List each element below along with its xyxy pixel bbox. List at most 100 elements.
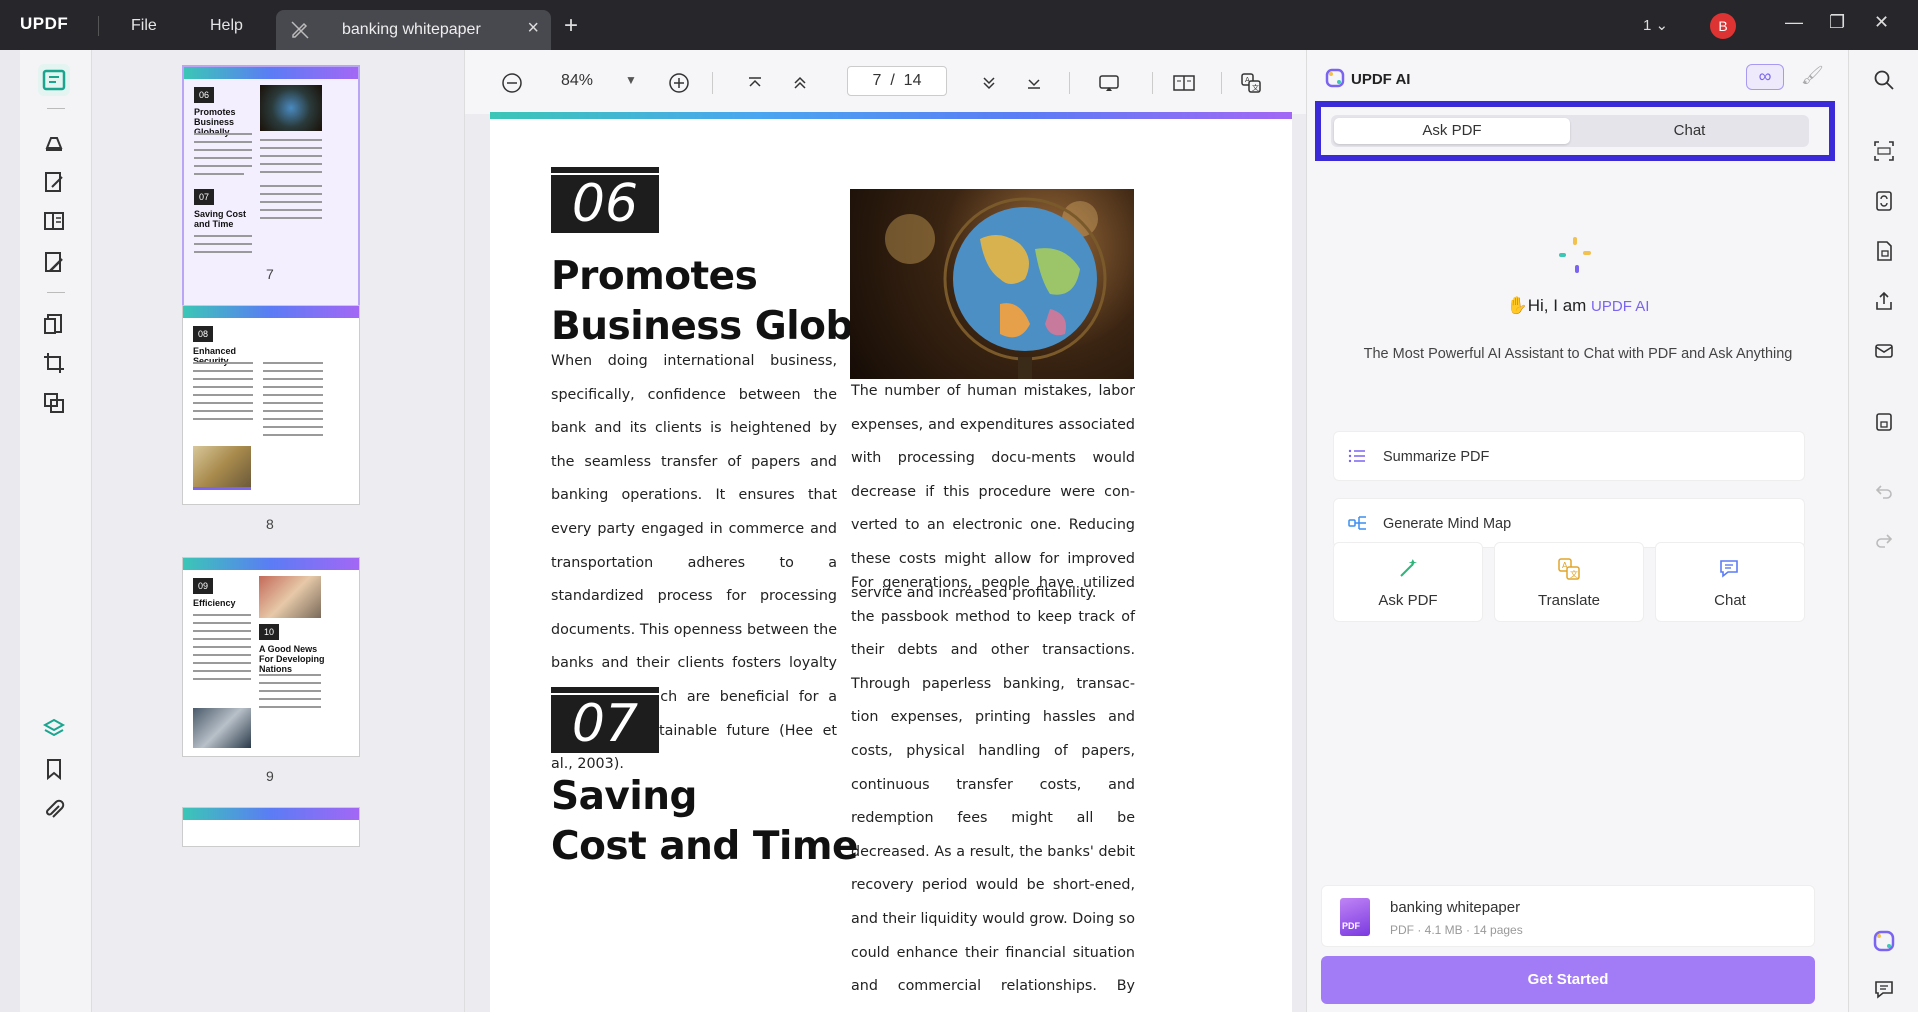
thumbnail-text-line <box>260 171 322 173</box>
thumbnail-text-line <box>193 378 253 380</box>
new-tab-button[interactable]: + <box>564 12 578 40</box>
pdf-page: 06 Promotes Business Globally When doing… <box>490 112 1292 1012</box>
get-started-button[interactable]: Get Started <box>1321 956 1815 1004</box>
thumbnail-text-line <box>259 698 321 700</box>
thumbnail-text-line <box>260 139 322 141</box>
crop-icon[interactable] <box>38 347 70 379</box>
search-icon[interactable] <box>1870 66 1898 94</box>
thumbnail-text-line <box>260 209 322 211</box>
zoom-dropdown-icon[interactable]: ▼ <box>625 73 637 87</box>
translate-icon: A文 <box>1495 557 1643 581</box>
thumbnail-page-number: 8 <box>266 516 274 532</box>
updf-ai-icon[interactable] <box>1870 927 1898 955</box>
restore-button[interactable]: ❐ <box>1829 12 1845 33</box>
document-area: 84% ▼ 7 / 14 A文 06 Promotes Business Glo… <box>465 50 1306 1012</box>
bookmark-icon[interactable] <box>38 753 70 785</box>
reader-mode-icon[interactable] <box>38 64 70 96</box>
thumbnail-image <box>260 85 322 131</box>
thumbnail-text-line <box>194 165 252 167</box>
edit-pdf-icon[interactable] <box>38 166 70 198</box>
right-tool-rail <box>1848 50 1918 1012</box>
convert-pdf-icon[interactable] <box>1870 187 1898 215</box>
menu-help[interactable]: Help <box>210 17 243 35</box>
thumbnail-text-line <box>194 133 252 135</box>
redo-icon[interactable] <box>1870 527 1898 555</box>
summarize-pdf-button[interactable]: Summarize PDF <box>1333 431 1805 481</box>
window-count[interactable]: 1 ⌄ <box>1643 16 1668 34</box>
clear-chat-icon[interactable]: 🖌 <box>1801 65 1824 86</box>
translate-page-icon[interactable]: A文 <box>1238 70 1264 96</box>
comments-panel-icon[interactable] <box>1870 975 1898 1003</box>
generate-mind-map-button[interactable]: Generate Mind Map <box>1333 498 1805 548</box>
thumbnail-text-line <box>193 670 251 672</box>
zoom-in-icon[interactable] <box>666 70 692 96</box>
close-tab-icon[interactable]: × <box>527 17 539 40</box>
next-page-icon[interactable] <box>976 70 1002 96</box>
thumbnail-page-9[interactable]: 09 Efficiency 10 A Good News For Develop… <box>182 557 360 757</box>
thumbnail-text-line <box>263 370 323 372</box>
section-heading: Saving Cost and Time <box>551 774 859 869</box>
form-icon[interactable] <box>38 246 70 278</box>
file-meta: PDF · 4.1 MB · 14 pages <box>1390 923 1523 937</box>
ask-pdf-card[interactable]: Ask PDF <box>1333 542 1483 622</box>
thumbnail-text-line <box>260 193 322 195</box>
zoom-out-icon[interactable] <box>499 70 525 96</box>
translate-card-label: Translate <box>1538 592 1600 609</box>
infinity-mode-button[interactable]: ∞ <box>1746 64 1784 90</box>
page-layout-icon[interactable] <box>1171 70 1197 96</box>
translate-card[interactable]: A文 Translate <box>1494 542 1644 622</box>
close-window-button[interactable]: ✕ <box>1874 12 1889 33</box>
thumbnail-page-10[interactable] <box>182 807 360 847</box>
thumbnail-text-line <box>263 386 323 388</box>
menu-file[interactable]: File <box>131 17 157 35</box>
compare-icon[interactable] <box>38 387 70 419</box>
mind-map-icon <box>1348 514 1368 537</box>
generate-mind-map-label: Generate Mind Map <box>1383 516 1512 532</box>
zoom-level[interactable]: 84% <box>561 72 593 90</box>
comment-icon[interactable] <box>38 125 70 157</box>
thumbnail-header-bar <box>184 67 358 79</box>
chat-card[interactable]: Chat <box>1655 542 1805 622</box>
thumbnail-text-line <box>193 638 251 640</box>
user-avatar[interactable]: B <box>1710 13 1736 39</box>
document-tab[interactable]: banking whitepaper × <box>276 10 551 50</box>
thumbnail-text-line <box>263 434 323 436</box>
tab-ask-pdf[interactable]: Ask PDF <box>1334 118 1570 144</box>
share-icon[interactable] <box>1870 287 1898 315</box>
attachment-icon[interactable] <box>38 794 70 826</box>
email-icon[interactable] <box>1870 337 1898 365</box>
thumbnail-header-bar <box>183 808 359 820</box>
thumbnail-text-line <box>260 155 322 157</box>
thumbnail-page-number: 7 <box>266 266 274 282</box>
ocr-icon[interactable] <box>1870 137 1898 165</box>
undo-icon[interactable] <box>1870 478 1898 506</box>
thumbnail-page-8[interactable]: 08 Enhanced Security <box>182 305 360 505</box>
last-page-icon[interactable] <box>1021 70 1047 96</box>
previous-page-icon[interactable] <box>787 70 813 96</box>
first-page-icon[interactable] <box>742 70 768 96</box>
thumbnail-panel: 06 Promotes Business Globally 07 Saving … <box>92 50 465 1012</box>
thumbnail-section-number: 07 <box>194 189 214 205</box>
thumbnail-text-line <box>259 682 321 684</box>
ai-subtitle: The Most Powerful AI Assistant to Chat w… <box>1363 346 1793 362</box>
toolbar-divider <box>1152 72 1153 94</box>
svg-text:A: A <box>1245 76 1250 84</box>
page-number-input[interactable]: 7 / 14 <box>847 66 947 96</box>
mode-tabs: Ask PDF Chat <box>1331 115 1809 147</box>
thumbnail-text-line <box>260 217 322 219</box>
protect-pdf-icon[interactable] <box>1870 237 1898 265</box>
layers-icon[interactable] <box>38 712 70 744</box>
presentation-icon[interactable] <box>1096 70 1122 96</box>
thumbnail-text-line <box>193 614 251 616</box>
thumbnail-heading: Efficiency <box>193 598 236 608</box>
thumbnail-text-line <box>193 646 251 648</box>
thumbnail-text-line <box>193 622 251 624</box>
toolbar-divider <box>712 72 713 94</box>
tab-chat[interactable]: Chat <box>1573 118 1806 144</box>
minimize-button[interactable]: — <box>1785 12 1803 33</box>
organize-pages-icon[interactable] <box>38 205 70 237</box>
save-icon[interactable] <box>1870 408 1898 436</box>
attached-file-card[interactable]: PDF banking whitepaper PDF · 4.1 MB · 14… <box>1321 885 1815 947</box>
thumbnail-text-line <box>260 185 322 187</box>
convert-icon[interactable] <box>38 308 70 340</box>
